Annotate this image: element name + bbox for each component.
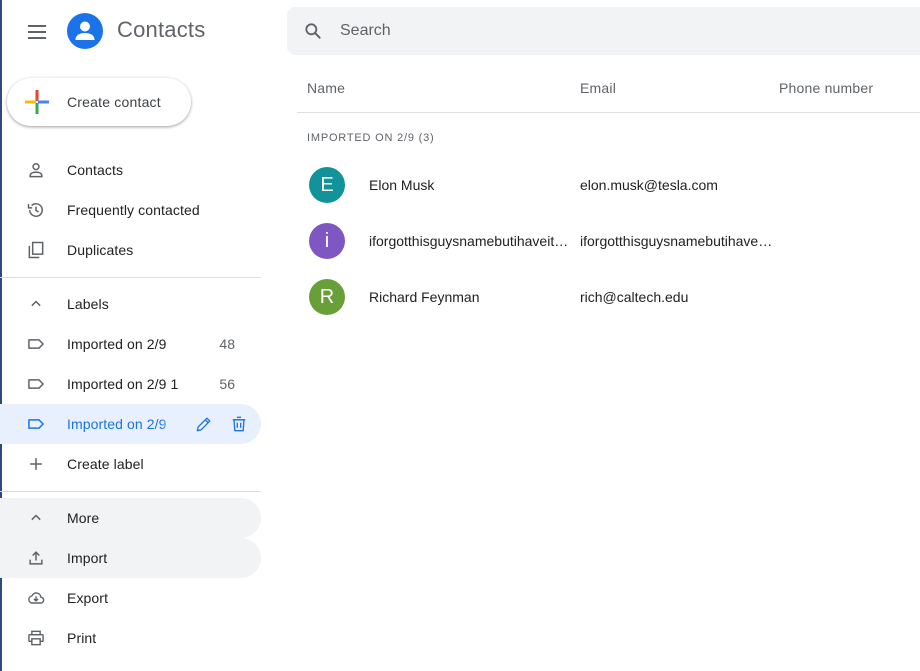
sidebar-item-label-imported-3[interactable]: Imported on 2/9 [0,404,261,444]
label-icon [28,379,44,389]
more-section-toggle[interactable]: More [0,498,261,538]
sidebar-item-export[interactable]: Export [0,578,261,618]
sidebar-divider [0,491,261,492]
sidebar-item-label: Contacts [67,162,124,178]
avatar: R [309,279,345,315]
create-label-button[interactable]: Create label [0,444,261,484]
trash-icon[interactable] [229,414,249,434]
label-count: 48 [219,336,235,352]
column-header-email[interactable]: Email [580,80,616,96]
avatar: E [309,167,345,203]
menu-line [28,37,46,39]
labels-header: Labels [67,296,109,312]
person-icon [29,163,43,178]
sidebar-item-print[interactable]: Print [0,618,261,658]
contact-email: rich@caltech.edu [580,289,689,305]
plus-icon [25,90,49,114]
table-header-divider [297,112,920,113]
avatar: i [309,223,345,259]
label-name: Imported on 2/9 [67,336,167,352]
create-label-text: Create label [67,456,144,472]
cloud-download-icon [28,592,45,604]
search-bar[interactable] [287,7,920,55]
sidebar-item-label: Frequently contacted [67,202,200,218]
sidebar-item-label-imported-2[interactable]: Imported on 2/9 1 56 [0,364,261,404]
upload-icon [29,551,43,565]
chevron-up-icon [31,514,41,521]
search-icon[interactable] [303,21,323,41]
more-header: More [67,510,100,526]
sidebar-item-import[interactable]: Import [0,538,261,578]
contacts-logo-icon [67,13,103,49]
sidebar-divider [0,277,261,278]
sidebar-item-label: Duplicates [67,242,134,258]
contact-name: iforgotthisguysnamebutihaveitsaved [369,233,569,249]
menu-line [28,25,46,27]
create-contact-button[interactable]: Create contact [7,78,191,126]
contact-email: iforgotthisguysnamebutihaveitsaved@gmail… [580,233,773,249]
app-title: Contacts [117,17,206,42]
table-row[interactable]: R Richard Feynman rich@caltech.edu [297,269,920,325]
sidebar-item-duplicates[interactable]: Duplicates [0,230,261,270]
contact-name: Richard Feynman [369,289,480,305]
column-header-phone[interactable]: Phone number [779,80,873,96]
label-name: Imported on 2/9 1 [67,376,179,392]
label-icon [28,339,44,349]
label-name: Imported on 2/9 [67,416,167,432]
contact-name: Elon Musk [369,177,435,193]
create-contact-label: Create contact [67,94,161,110]
table-row[interactable]: i iforgotthisguysnamebutihaveitsaved ifo… [297,213,920,269]
menu-line [28,31,46,33]
label-icon [28,419,44,429]
pencil-icon[interactable] [194,414,214,434]
table-row[interactable]: E Elon Musk elon.musk@tesla.com [297,157,920,213]
sidebar-item-contacts[interactable]: Contacts [0,150,261,190]
sidebar-item-label: Import [67,550,108,566]
chevron-up-icon [31,300,41,307]
sidebar-item-label: Print [67,630,97,646]
duplicates-icon [28,241,44,259]
print-icon [28,630,44,646]
label-count: 56 [219,376,235,392]
main-menu-button[interactable] [22,17,52,47]
sidebar-item-label-imported-1[interactable]: Imported on 2/9 48 [0,324,261,364]
contact-email: elon.musk@tesla.com [580,177,718,193]
plus-icon [30,458,42,470]
group-title: IMPORTED ON 2/9 (3) [307,132,435,144]
column-header-name[interactable]: Name [307,80,345,96]
sidebar-item-label: Export [67,590,109,606]
sidebar-item-frequently-contacted[interactable]: Frequently contacted [0,190,261,230]
labels-section-toggle[interactable]: Labels [0,284,261,324]
search-input[interactable] [340,15,900,47]
history-icon [27,203,43,217]
